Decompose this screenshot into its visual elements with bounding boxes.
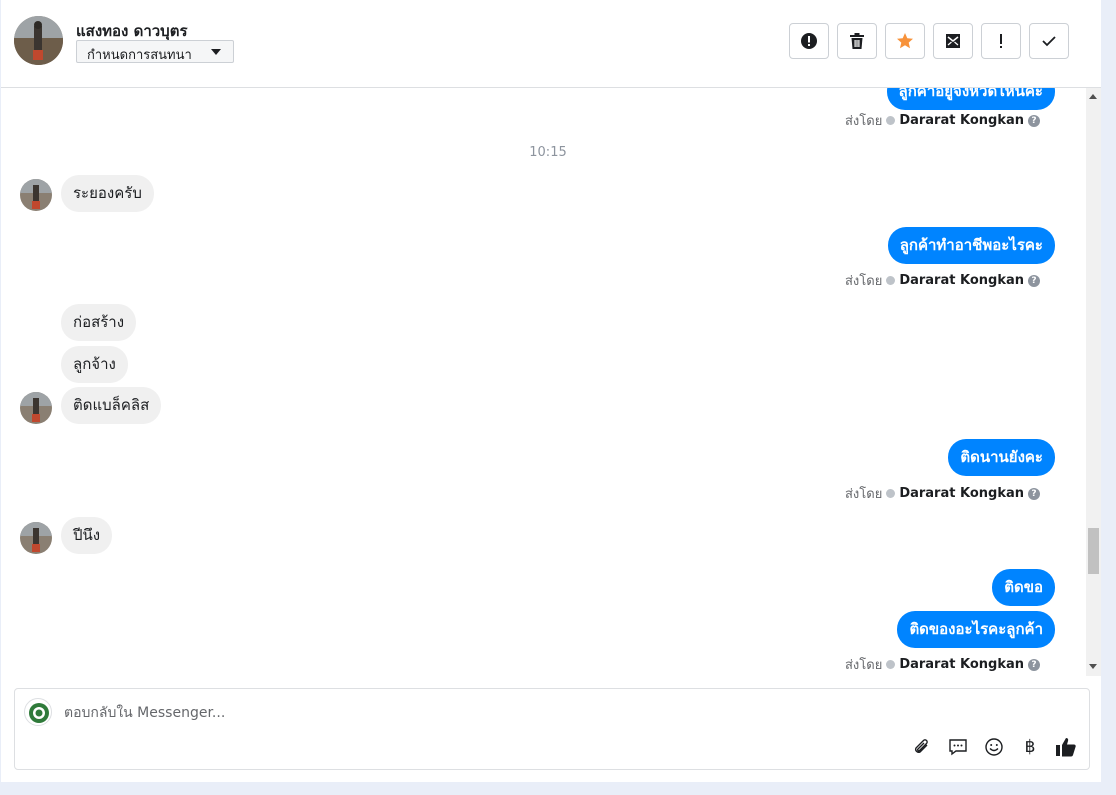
incoming-message: ลูกจ้าง <box>61 346 128 383</box>
star-button[interactable] <box>885 23 925 59</box>
delete-button[interactable] <box>837 23 877 59</box>
assign-conversation-dropdown[interactable]: กำหนดการสนทนา <box>76 40 234 63</box>
outgoing-message: ติดของอะไรคะลูกค้า <box>897 611 1055 648</box>
message-timestamp: 10:15 <box>529 145 567 160</box>
like-button[interactable] <box>1055 736 1077 758</box>
verified-dot-icon <box>886 116 896 125</box>
incoming-message: ติดแบล็คลิส <box>61 387 162 424</box>
customer-message-avatar[interactable] <box>20 179 52 211</box>
help-icon[interactable]: ? <box>1028 658 1040 671</box>
outgoing-message: ติดขอ <box>992 569 1055 606</box>
outgoing-message: ลูกค้าอยู่จังหวัดไหนคะ <box>886 88 1055 110</box>
sent-by-label: ส่งโดย <box>844 487 883 502</box>
exclamation-icon <box>1000 34 1002 48</box>
envelope-icon <box>946 34 960 48</box>
alert-circle-icon <box>801 33 817 49</box>
sent-by-row: ส่งโดย Dararat Kongkan ? <box>845 654 1040 675</box>
sent-by-label: ส่งโดย <box>844 658 883 673</box>
paperclip-icon <box>915 739 928 753</box>
sent-by-row: ส่งโดย Dararat Kongkan ? <box>845 110 1040 131</box>
sent-by-label: ส่งโดย <box>844 114 883 129</box>
assign-conversation-label: กำหนดการสนทนา <box>87 48 192 63</box>
payment-button[interactable]: ฿ <box>1019 736 1041 758</box>
scroll-down-icon[interactable] <box>1089 664 1097 669</box>
scroll-up-icon[interactable] <box>1089 94 1097 99</box>
verified-dot-icon <box>886 276 896 285</box>
agent-name[interactable]: Dararat Kongkan <box>899 113 1024 128</box>
sent-by-row: ส่งโดย Dararat Kongkan ? <box>845 483 1040 504</box>
message-composer: ฿ <box>14 688 1090 770</box>
saved-reply-icon <box>949 739 967 756</box>
agent-name[interactable]: Dararat Kongkan <box>899 273 1024 288</box>
page-avatar <box>24 698 52 726</box>
emoji-button[interactable] <box>983 736 1005 758</box>
verified-dot-icon <box>886 489 896 498</box>
agent-name[interactable]: Dararat Kongkan <box>899 657 1024 672</box>
reply-input[interactable] <box>64 703 964 723</box>
follow-up-button[interactable] <box>981 23 1021 59</box>
customer-message-avatar[interactable] <box>20 522 52 554</box>
trash-icon <box>850 33 864 49</box>
star-icon <box>897 33 913 49</box>
sent-by-row: ส่งโดย Dararat Kongkan ? <box>845 270 1040 291</box>
thumbs-up-icon <box>1056 738 1076 757</box>
emoji-icon <box>985 738 1003 756</box>
sent-by-label: ส่งโดย <box>844 274 883 289</box>
scrollbar-thumb[interactable] <box>1088 528 1099 574</box>
outgoing-message: ลูกค้าทำอาชีพอะไรคะ <box>887 227 1055 264</box>
incoming-message: ระยองครับ <box>61 175 154 212</box>
incoming-message: ปีนึง <box>61 517 113 554</box>
customer-message-avatar[interactable] <box>20 392 52 424</box>
help-icon[interactable]: ? <box>1028 274 1040 287</box>
conversation-panel: แสงทอง ดาวบุตร กำหนดการสนทนา ลูกค้าอยู่จ… <box>1 0 1101 782</box>
mark-unread-button[interactable] <box>933 23 973 59</box>
mark-done-button[interactable] <box>1029 23 1069 59</box>
agent-name[interactable]: Dararat Kongkan <box>899 486 1024 501</box>
help-icon[interactable]: ? <box>1028 114 1040 127</box>
message-list[interactable]: ลูกค้าอยู่จังหวัดไหนคะ ส่งโดย Dararat Ko… <box>1 88 1087 676</box>
message-scrollbar[interactable] <box>1086 88 1101 676</box>
report-spam-button[interactable] <box>789 23 829 59</box>
verified-dot-icon <box>886 660 896 669</box>
baht-icon: ฿ <box>1024 737 1036 757</box>
help-icon[interactable]: ? <box>1028 487 1040 500</box>
incoming-message: ก่อสร้าง <box>61 304 137 341</box>
customer-avatar[interactable] <box>14 16 63 65</box>
check-icon <box>1042 36 1056 47</box>
saved-replies-button[interactable] <box>947 736 969 758</box>
attach-button[interactable] <box>911 736 933 758</box>
outgoing-message: ติดนานยังคะ <box>948 439 1055 476</box>
conversation-header: แสงทอง ดาวบุตร กำหนดการสนทนา <box>1 0 1101 88</box>
caret-down-icon <box>211 49 221 55</box>
